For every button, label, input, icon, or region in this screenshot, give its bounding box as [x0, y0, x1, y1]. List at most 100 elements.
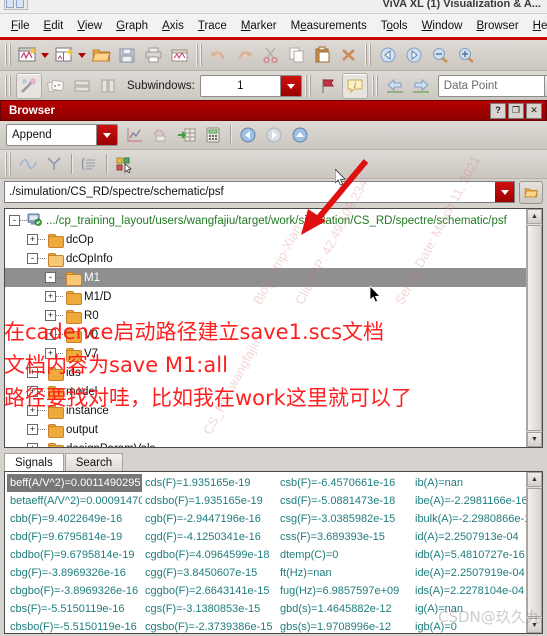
signal-item[interactable]: ig(A)=nan	[412, 600, 526, 618]
cut-icon[interactable]	[259, 43, 283, 67]
menu-item-trace[interactable]: Trace	[191, 17, 234, 35]
forward-icon[interactable]	[402, 43, 426, 67]
toolbar-grip-6[interactable]	[371, 75, 379, 97]
toolbar-grip[interactable]	[5, 44, 12, 66]
plot-trace-icon[interactable]	[123, 123, 147, 147]
print-preview-icon[interactable]	[168, 43, 192, 67]
signal-item[interactable]: cds(F)=1.935165e-19	[142, 474, 277, 492]
tree-expander[interactable]: +	[45, 291, 56, 302]
tree-row-output[interactable]: + output	[5, 420, 526, 439]
cards-icon[interactable]	[44, 74, 68, 98]
signal-item[interactable]: id(A)=2.2507913e-04	[412, 528, 526, 546]
signal-item[interactable]: csd(F)=-5.0881473e-18	[277, 492, 412, 510]
tree-row-dcopinfo[interactable]: - dcOpInfo	[5, 249, 526, 268]
browser-mode-combo[interactable]: Append	[6, 124, 118, 146]
subwindows-combo[interactable]: 1	[199, 75, 302, 97]
browser-help-button[interactable]: ?	[490, 102, 506, 119]
select-objects-icon[interactable]	[112, 152, 136, 176]
redo-icon[interactable]	[233, 43, 257, 67]
subwindows-dropdown-button[interactable]	[279, 76, 301, 96]
menu-item-file[interactable]: File	[4, 17, 37, 35]
signals-vertical-scrollbar[interactable]: ▲ ▼	[526, 472, 542, 633]
tree-expander[interactable]: -	[27, 253, 38, 264]
marker-mode-combo[interactable]: Data Point	[437, 75, 547, 97]
tree-expander[interactable]: -	[9, 215, 20, 226]
prev-marker-icon[interactable]	[383, 74, 407, 98]
horizontal-strips-icon[interactable]	[70, 74, 94, 98]
menu-item-graph[interactable]: Graph	[109, 17, 155, 35]
signal-item[interactable]: gbd(s)=1.4645882e-12	[277, 600, 412, 618]
menu-item-tools[interactable]: Tools	[374, 17, 415, 35]
tree-row-r0[interactable]: + R0	[5, 306, 526, 325]
signal-item[interactable]: ib(A)=nan	[412, 474, 526, 492]
path-dropdown-button[interactable]	[495, 182, 514, 202]
signal-item[interactable]: gbs(s)=1.9708996e-12	[277, 618, 412, 633]
tree-expander[interactable]: +	[45, 329, 56, 340]
signal-item[interactable]: ft(Hz)=nan	[277, 564, 412, 582]
signal-item[interactable]: cgsbo(F)=-2.3739386e-15	[142, 618, 277, 633]
print-icon[interactable]	[142, 43, 166, 67]
signal-item[interactable]: cbs(F)=-5.5150119e-16	[7, 600, 142, 618]
signals-list[interactable]: beff(A/V^2)=0.0011490295 betaeff(A/V^2)=0…	[4, 471, 543, 634]
undo-icon[interactable]	[207, 43, 231, 67]
toolbar-grip-3[interactable]	[365, 44, 372, 66]
calculator-icon[interactable]	[201, 123, 225, 147]
list-icon[interactable]	[77, 152, 101, 176]
signal-item[interactable]: ids(A)=2.2278104e-04	[412, 582, 526, 600]
menu-item-measurements[interactable]: Measurements	[284, 17, 374, 35]
back-icon[interactable]	[376, 43, 400, 67]
tree-vertical-scrollbar[interactable]: ▲ ▼	[526, 209, 542, 447]
save-icon[interactable]	[116, 43, 140, 67]
tree-scroll-thumb[interactable]	[527, 225, 542, 431]
signal-item[interactable]: cbdbo(F)=9.6795814e-19	[7, 546, 142, 564]
menu-item-axis[interactable]: Axis	[155, 17, 191, 35]
browser-close-button[interactable]: ✕	[526, 102, 542, 119]
path-combo[interactable]: ./simulation/CS_RD/spectre/schematic/psf	[4, 181, 515, 203]
zoom-out-icon[interactable]	[428, 43, 452, 67]
tree-row-v7[interactable]: + V7	[5, 344, 526, 363]
tree-row-m1-d[interactable]: + M1/D	[5, 287, 526, 306]
paste-icon[interactable]	[311, 43, 335, 67]
signal-item[interactable]: beff(A/V^2)=0.0011490295	[7, 474, 142, 492]
vertical-strips-icon[interactable]	[96, 74, 120, 98]
signal-item[interactable]: cgb(F)=-2.9447196e-16	[142, 510, 277, 528]
open-folder-icon[interactable]	[90, 43, 114, 67]
signal-item[interactable]: cgs(F)=-3.1380853e-15	[142, 600, 277, 618]
results-tree[interactable]: - .../cp_training_layout/users/wangfajiu…	[4, 208, 543, 448]
tab-search[interactable]: Search	[64, 453, 124, 472]
browser-undock-button[interactable]: ❐	[508, 102, 524, 119]
branch-icon[interactable]	[42, 152, 66, 176]
plot-family-icon[interactable]	[149, 123, 173, 147]
open-folder-icon[interactable]	[519, 180, 543, 204]
signal-item[interactable]: idb(A)=5.4810727e-16	[412, 546, 526, 564]
tree-expander[interactable]: -	[45, 272, 56, 283]
tree-row-root[interactable]: - .../cp_training_layout/users/wangfajiu…	[5, 211, 526, 230]
signals-scroll-down-button[interactable]: ▼	[527, 618, 542, 633]
delete-icon[interactable]	[337, 43, 361, 67]
tab-signals[interactable]: Signals	[4, 453, 64, 473]
toolbar-grip-4[interactable]	[5, 75, 12, 97]
zoom-in-icon[interactable]	[454, 43, 478, 67]
wand-icon[interactable]	[16, 73, 42, 99]
tree-row-designparamvals[interactable]: + designParamVals	[5, 439, 526, 447]
next-marker-icon[interactable]	[409, 74, 433, 98]
signal-item[interactable]: dtemp(C)=0	[277, 546, 412, 564]
signal-item[interactable]: betaeff(A/V^2)=0.00091470618	[7, 492, 142, 510]
signal-item[interactable]: igb(A)=0	[412, 618, 526, 633]
tree-row-v0[interactable]: + V0	[5, 325, 526, 344]
menu-item-browser[interactable]: Browser	[469, 17, 525, 35]
signal-item[interactable]: ide(A)=2.2507919e-04	[412, 564, 526, 582]
signal-item[interactable]: ibulk(A)=-2.2980866e-16	[412, 510, 526, 528]
signal-item[interactable]: css(F)=3.689393e-15	[277, 528, 412, 546]
tree-row-instance[interactable]: + instance	[5, 401, 526, 420]
browser-up-icon[interactable]	[288, 123, 312, 147]
tree-row-model[interactable]: + model	[5, 382, 526, 401]
send-to-table-icon[interactable]	[175, 123, 199, 147]
menu-item-edit[interactable]: Edit	[37, 17, 71, 35]
browser-forward-icon[interactable]	[262, 123, 286, 147]
tree-scroll-up-button[interactable]: ▲	[527, 209, 542, 224]
signal-item[interactable]: cggbo(F)=2.6643141e-15	[142, 582, 277, 600]
signal-item[interactable]: cgg(F)=3.8450607e-15	[142, 564, 277, 582]
new-subwindow-icon[interactable]	[53, 43, 77, 67]
tree-expander[interactable]: +	[27, 386, 38, 397]
